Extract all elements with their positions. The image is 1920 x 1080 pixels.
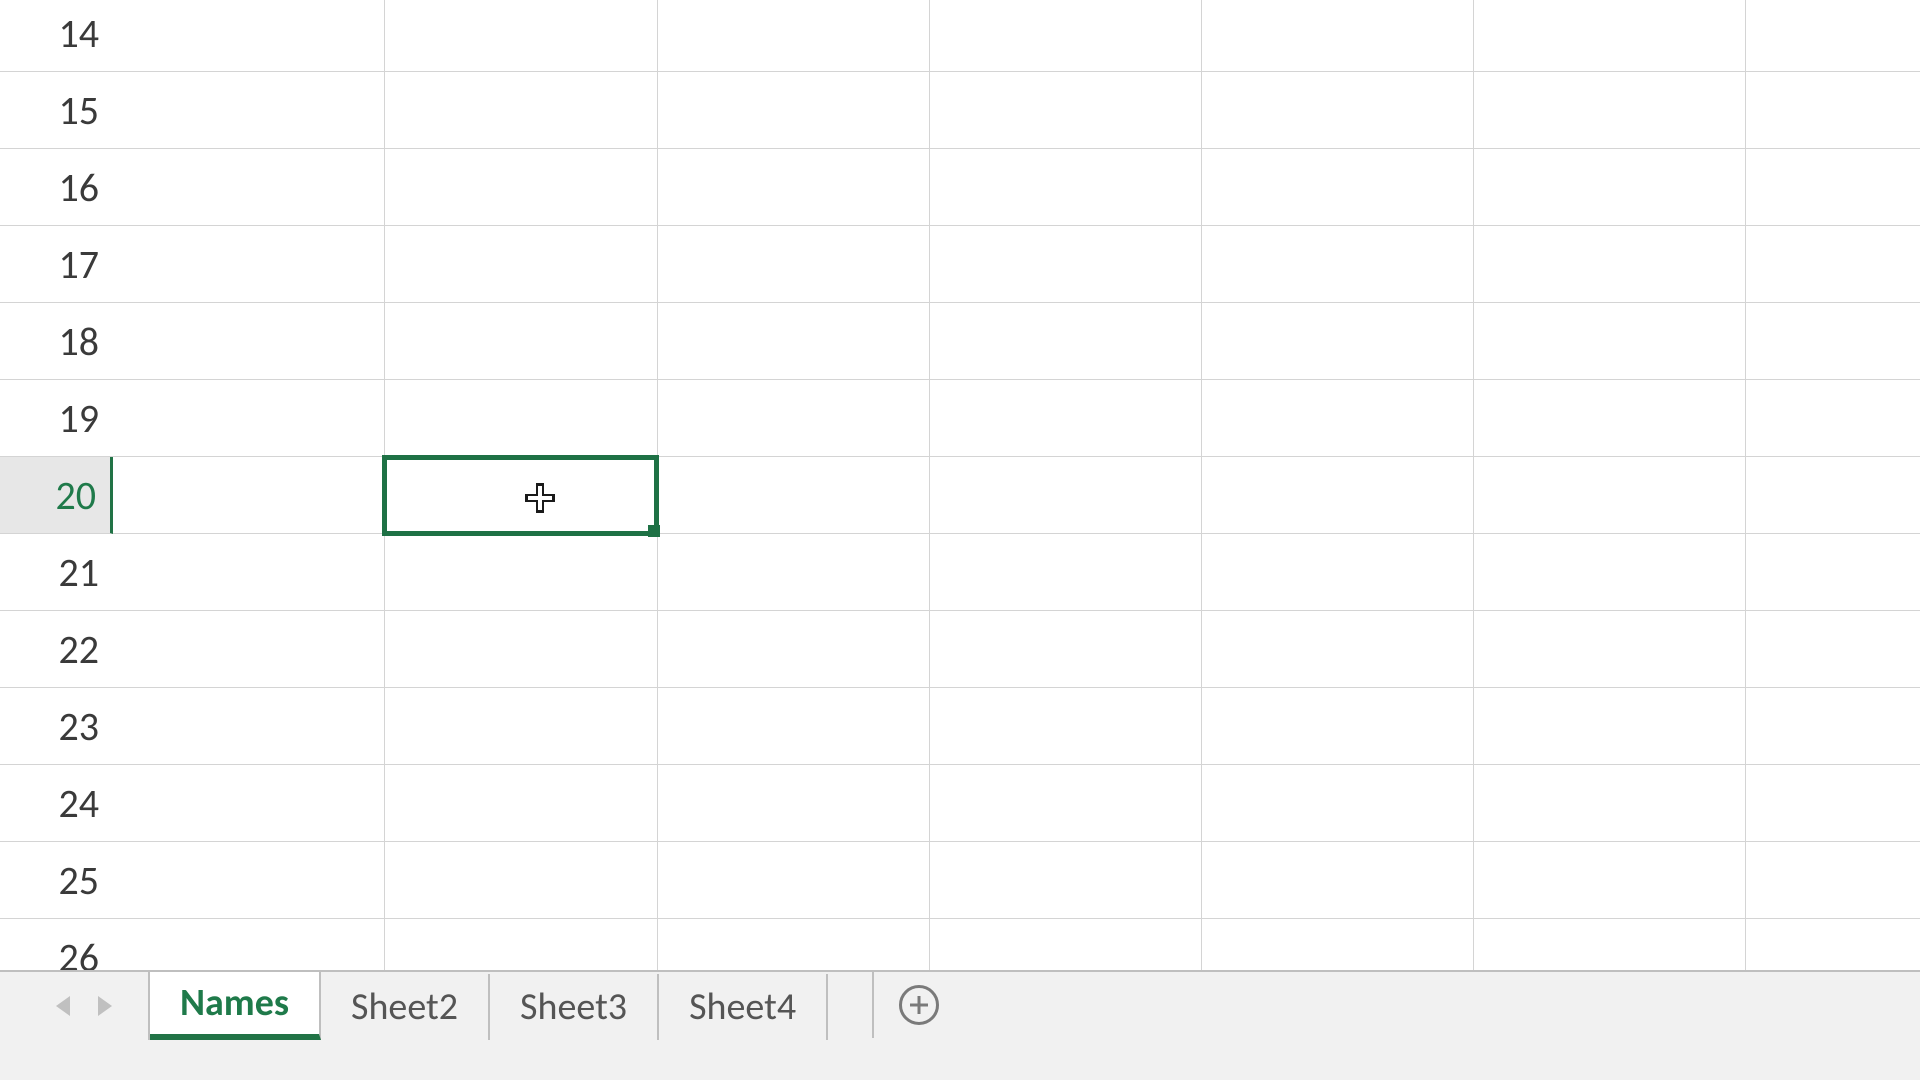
grid-col-line bbox=[929, 0, 930, 970]
tab-scroll-controls bbox=[0, 972, 148, 1040]
spreadsheet-viewport: 14151617181920212223242526 bbox=[0, 0, 1920, 1080]
row-header[interactable]: 20 bbox=[0, 457, 113, 534]
row-header[interactable]: 21 bbox=[0, 534, 113, 611]
row-header[interactable]: 17 bbox=[0, 226, 113, 303]
new-sheet-button[interactable] bbox=[874, 972, 964, 1038]
sheet-tab[interactable]: Sheet2 bbox=[321, 974, 490, 1040]
tab-scroll-right-icon[interactable] bbox=[98, 996, 112, 1016]
row-header[interactable]: 14 bbox=[0, 0, 113, 72]
status-bar-area bbox=[0, 1040, 1920, 1080]
tab-scroll-left-icon[interactable] bbox=[56, 996, 70, 1016]
grid-col-line bbox=[384, 0, 385, 970]
cells-canvas[interactable] bbox=[113, 0, 1920, 970]
sheet-tab[interactable]: Sheet4 bbox=[659, 974, 828, 1040]
cell-cursor-icon bbox=[523, 481, 557, 515]
sheet-tabs: Names Sheet2 Sheet3 Sheet4 bbox=[148, 972, 828, 1040]
grid-col-line bbox=[657, 0, 658, 970]
active-cell-selection[interactable] bbox=[382, 455, 659, 536]
sheet-tab[interactable]: Sheet3 bbox=[490, 974, 659, 1040]
row-header[interactable]: 15 bbox=[0, 72, 113, 149]
row-header-gutter: 14151617181920212223242526 bbox=[0, 0, 113, 970]
sheet-tab-strip: Names Sheet2 Sheet3 Sheet4 bbox=[0, 970, 1920, 1040]
row-header[interactable]: 23 bbox=[0, 688, 113, 765]
row-header[interactable]: 18 bbox=[0, 303, 113, 380]
row-header[interactable]: 16 bbox=[0, 149, 113, 226]
grid-col-line bbox=[1473, 0, 1474, 970]
row-header[interactable]: 19 bbox=[0, 380, 113, 457]
plus-icon bbox=[899, 985, 939, 1025]
grid-col-line bbox=[1745, 0, 1746, 970]
row-header[interactable]: 22 bbox=[0, 611, 113, 688]
sheet-tab-label: Sheet3 bbox=[520, 984, 627, 1030]
sheet-tab-label: Sheet4 bbox=[689, 984, 796, 1030]
row-header[interactable]: 26 bbox=[0, 919, 113, 970]
grid-area[interactable]: 14151617181920212223242526 bbox=[0, 0, 1920, 970]
row-header[interactable]: 24 bbox=[0, 765, 113, 842]
tab-spacer bbox=[828, 972, 874, 1038]
row-header[interactable]: 25 bbox=[0, 842, 113, 919]
fill-handle[interactable] bbox=[648, 525, 660, 537]
sheet-tab[interactable]: Names bbox=[150, 972, 321, 1040]
sheet-tab-label: Names bbox=[180, 980, 289, 1026]
grid-col-line bbox=[1201, 0, 1202, 970]
sheet-tab-label: Sheet2 bbox=[351, 984, 458, 1030]
